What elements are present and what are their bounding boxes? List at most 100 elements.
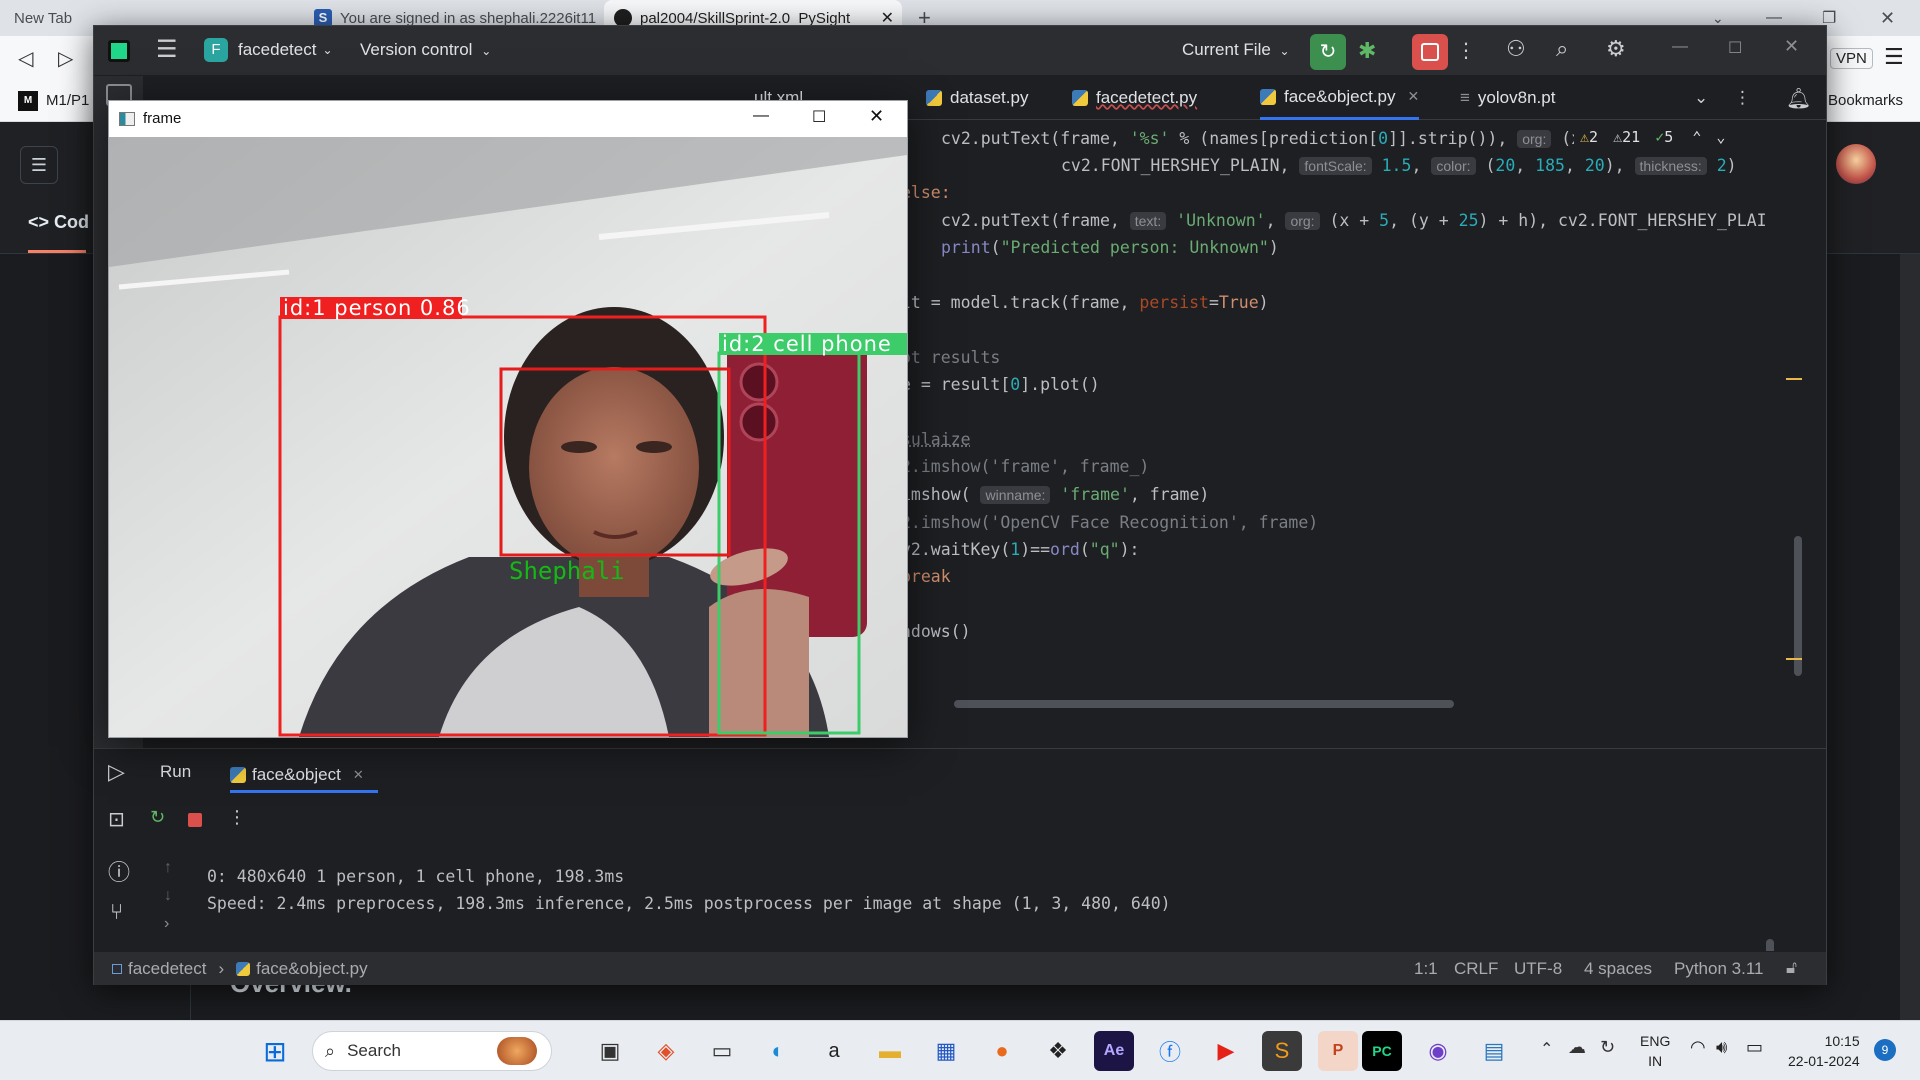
- after-effects-icon[interactable]: Ae: [1094, 1031, 1134, 1071]
- caret-position[interactable]: 1:1: [1414, 959, 1438, 979]
- lock-icon[interactable]: 🔓︎: [1786, 958, 1797, 978]
- tab-dataset[interactable]: dataset.py: [926, 76, 1028, 120]
- code-line-2: cv2.FONT_HERSHEY_PLAIN, fontScale: 1.5, …: [1061, 156, 1737, 175]
- tab-face-object[interactable]: face&object.py ✕: [1260, 76, 1420, 120]
- editor-scrollbar[interactable]: [1794, 536, 1802, 676]
- stop-icon[interactable]: [188, 813, 202, 827]
- more-actions-icon[interactable]: ⋮: [228, 807, 246, 828]
- problems-icon[interactable]: ⓘ: [108, 855, 130, 887]
- warning-stripe: [1786, 658, 1802, 660]
- terminal-icon[interactable]: ▭: [702, 1031, 742, 1071]
- git-icon[interactable]: ⑂: [110, 899, 123, 925]
- breadcrumb-file[interactable]: face&object.py: [256, 959, 368, 979]
- search-placeholder: Search: [347, 1041, 401, 1060]
- tray-chevron-icon[interactable]: ⌃: [1540, 1039, 1553, 1059]
- stop-button[interactable]: [1412, 34, 1448, 70]
- warning-icon: ⚠: [1580, 128, 1590, 146]
- file-encoding[interactable]: UTF-8: [1514, 959, 1562, 979]
- windows-taskbar: ⊞ ⌕ Search ▣ ◈ ▭ ◐ a ▬ ▦ ● ❖ Ae ⓕ ▶ S P …: [0, 1020, 1920, 1080]
- code-tab[interactable]: <> Cod: [28, 212, 89, 233]
- avatar[interactable]: [1836, 144, 1876, 184]
- frame-titlebar: frame — ☐ ✕: [109, 101, 907, 137]
- ide-close-icon[interactable]: ✕: [1784, 36, 1799, 57]
- language-indicator[interactable]: ENG IN: [1640, 1031, 1670, 1071]
- notifications-icon[interactable]: 🔔︎: [1786, 76, 1811, 120]
- close-tab-icon[interactable]: ✕: [353, 767, 364, 783]
- debug-icon[interactable]: ✱: [1358, 38, 1376, 64]
- python-file-icon: [1260, 88, 1276, 105]
- brave-icon[interactable]: ◈: [646, 1031, 686, 1071]
- tab-yolov8n[interactable]: ≡ yolov8n.pt: [1460, 76, 1555, 120]
- scroll-up-icon[interactable]: ↑: [164, 859, 172, 877]
- code-with-me-icon[interactable]: ⚇: [1506, 36, 1526, 62]
- inspection-widget[interactable]: ⚠2 ⚠21 ✓5 ⌃ ⌄: [1574, 128, 1726, 146]
- main-menu-icon[interactable]: ☰: [156, 35, 178, 64]
- sublime-icon[interactable]: S: [1262, 1031, 1302, 1071]
- dropbox-icon[interactable]: ❖: [1038, 1031, 1078, 1071]
- close-icon[interactable]: ✕: [1880, 0, 1910, 36]
- scroll-down-icon[interactable]: ↓: [164, 887, 172, 905]
- minimize-icon[interactable]: —: [753, 107, 769, 125]
- taskbar-search[interactable]: ⌕ Search: [312, 1031, 552, 1071]
- volume-icon[interactable]: 🔊︎: [1716, 1037, 1727, 1058]
- page-scrollbar[interactable]: [1900, 254, 1920, 1020]
- python-app-icon[interactable]: ▤: [1474, 1031, 1514, 1071]
- expand-icon[interactable]: ›: [164, 915, 169, 933]
- task-view-icon[interactable]: ▣: [590, 1031, 630, 1071]
- version-control-menu[interactable]: Version control ⌄: [360, 40, 491, 60]
- ide-maximize-icon[interactable]: ☐: [1728, 38, 1742, 58]
- tab-more-icon[interactable]: ⋮: [1734, 76, 1751, 120]
- file-explorer-icon[interactable]: ▬: [870, 1031, 910, 1071]
- amazon-icon[interactable]: a: [814, 1031, 854, 1071]
- run-tool-icon[interactable]: ▷: [108, 759, 125, 785]
- back-icon[interactable]: ◁: [18, 46, 33, 71]
- tab-label: face&object.py: [1284, 86, 1396, 106]
- tab-list-icon[interactable]: ⌄: [1694, 76, 1708, 120]
- tab-label: pal2004/SkillSprint-2.0_PySight: [640, 9, 851, 27]
- search-icon[interactable]: ⌕: [1556, 36, 1568, 62]
- clock[interactable]: 10:15 22-01-2024: [1788, 1031, 1860, 1071]
- settings-gear-icon[interactable]: ⚙: [1606, 36, 1626, 62]
- rerun-icon[interactable]: ↻: [1310, 34, 1346, 70]
- menu-icon[interactable]: ☰: [1884, 44, 1904, 70]
- run-config-selector[interactable]: Current File ⌄: [1182, 40, 1290, 60]
- close-tab-icon[interactable]: ✕: [1408, 88, 1420, 105]
- rerun-icon[interactable]: ↻: [150, 807, 165, 828]
- github-menu-icon[interactable]: ☰: [20, 146, 58, 184]
- notification-badge[interactable]: 9: [1874, 1039, 1896, 1061]
- sync-icon[interactable]: ↻: [1600, 1037, 1615, 1058]
- run-tab-face-object[interactable]: face&object ✕: [230, 759, 378, 793]
- powerpoint-icon[interactable]: P: [1318, 1031, 1358, 1071]
- onedrive-icon[interactable]: ☁: [1568, 1037, 1586, 1058]
- terminal-icon[interactable]: ⊡: [108, 807, 125, 832]
- chevron-down-icon[interactable]: ⌄: [1716, 128, 1725, 146]
- interpreter[interactable]: Python 3.11: [1674, 959, 1763, 979]
- bookmark-item[interactable]: M1/P1: [46, 92, 89, 109]
- ide-minimize-icon[interactable]: —: [1672, 38, 1688, 56]
- wifi-icon[interactable]: ◠: [1690, 1037, 1706, 1058]
- indent-setting[interactable]: 4 spaces: [1584, 959, 1652, 979]
- battery-icon[interactable]: ▭: [1746, 1037, 1763, 1058]
- pycharm-icon[interactable]: PC: [1362, 1031, 1402, 1071]
- clock-time: 10:15: [1824, 1033, 1860, 1049]
- vpn-button[interactable]: VPN: [1830, 48, 1873, 69]
- breadcrumb-project[interactable]: facedetect: [128, 959, 206, 979]
- facebook-icon[interactable]: ⓕ: [1150, 1031, 1190, 1071]
- close-icon[interactable]: ✕: [869, 106, 884, 127]
- youtube-icon[interactable]: ▶: [1206, 1031, 1246, 1071]
- windows-start-icon[interactable]: ⊞: [255, 1031, 295, 1071]
- github-desktop-icon[interactable]: ◉: [1418, 1031, 1458, 1071]
- bookmarks-folder[interactable]: Bookmarks: [1828, 92, 1903, 109]
- forward-icon[interactable]: ▷: [58, 46, 73, 71]
- horizontal-scrollbar[interactable]: [954, 700, 1454, 708]
- edge-icon[interactable]: ◐: [758, 1031, 798, 1071]
- project-switcher[interactable]: F facedetect ⌄: [204, 38, 333, 62]
- firefox-icon[interactable]: ●: [982, 1031, 1022, 1071]
- chevron-up-icon[interactable]: ⌃: [1692, 128, 1701, 146]
- more-actions-icon[interactable]: ⋮: [1456, 38, 1476, 63]
- tab-facedetect[interactable]: facedetect.py: [1072, 76, 1197, 120]
- store-icon[interactable]: ▦: [926, 1031, 966, 1071]
- bookmark-favicon-icon: M: [18, 91, 38, 111]
- maximize-icon[interactable]: ☐: [812, 107, 826, 127]
- line-separator[interactable]: CRLF: [1454, 959, 1498, 979]
